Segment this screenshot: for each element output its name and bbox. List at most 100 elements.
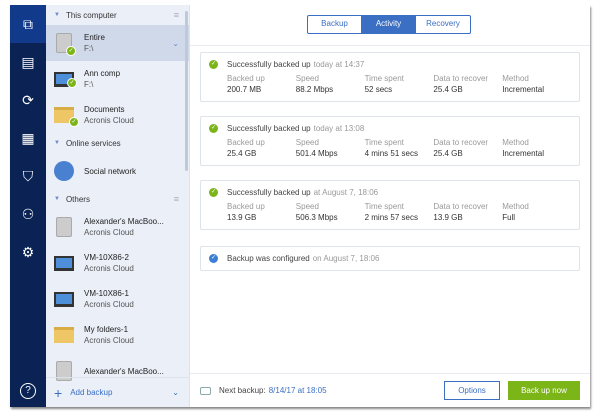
add-backup-button[interactable]: + Add backup ⌄ — [46, 377, 189, 407]
activity-card: ✓ Backup was configured on August 7, 18:06 — [200, 246, 580, 271]
stat-value: 2 mins 57 secs — [364, 213, 418, 222]
item-destination: Acronis Cloud — [84, 336, 134, 345]
item-name: Entire — [84, 33, 105, 42]
activity-stat: Time spent 52 secs — [365, 74, 434, 94]
sync-icon[interactable]: ⟳ — [10, 81, 46, 119]
backup-item[interactable]: VM-10X86-1 Acronis Cloud — [46, 281, 189, 317]
activity-stat: Backed up 25.4 GB — [227, 138, 296, 158]
item-name: My folders-1 — [84, 325, 129, 334]
account-icon[interactable]: ⚇ — [10, 195, 46, 233]
item-destination: Acronis Cloud — [84, 300, 134, 309]
backup-item[interactable]: ✓ Documents Acronis Cloud — [46, 97, 189, 133]
check-circle-icon: ✓ — [209, 124, 218, 133]
stat-label: Data to recover — [433, 74, 489, 83]
activity-time: on August 7, 18:06 — [312, 254, 380, 263]
item-name: VM-10X86-2 — [84, 253, 129, 262]
item-destination: Acronis Cloud — [84, 116, 134, 125]
settings-icon[interactable]: ⚙ — [10, 233, 46, 271]
backup-list: ▼ This computer ≡ ✓ Entire F:\ ⌄ ✓ Ann comp F:\ ✓ D… — [46, 5, 190, 407]
activity-card: ✓ Successfully backed up today at 14:37 Bac… — [200, 52, 580, 102]
footer-bar: Next backup: 8/14/17 at 18:05 Options Ba… — [190, 373, 590, 407]
item-name: Alexander's MacBoo... — [84, 217, 164, 226]
backup-item[interactable]: Alexander's MacBoo... Acronis Cloud — [46, 209, 189, 245]
activity-stat: Speed 506.3 Mbps — [296, 202, 365, 222]
activity-card: ✓ Successfully backed up today at 13:08 Bac… — [200, 116, 580, 166]
backup-item[interactable]: My folders-1 Acronis Cloud — [46, 317, 189, 353]
activity-stat: Data to recover 25.4 GB — [433, 138, 502, 158]
item-name: VM-10X86-1 — [84, 289, 129, 298]
activity-time: at August 7, 18:06 — [313, 188, 379, 197]
menu-icon[interactable]: ≡ — [174, 194, 179, 204]
stat-label: Backed up — [227, 74, 265, 83]
stat-value: 88.2 Mbps — [295, 85, 334, 94]
chevron-down-icon[interactable]: ⌄ — [172, 388, 179, 397]
tab-activity[interactable]: Activity — [362, 16, 416, 33]
caret-down-icon: ▼ — [54, 196, 60, 202]
stat-label: Method — [502, 138, 529, 147]
activity-stat: Data to recover 13.9 GB — [433, 202, 502, 222]
protection-icon[interactable]: ⛉ — [10, 157, 46, 195]
backup-icon[interactable]: ⧉ — [10, 5, 46, 43]
tab-backup[interactable]: Backup — [308, 16, 362, 33]
section-header[interactable]: ▼ This computer ≡ — [46, 5, 189, 25]
check-circle-icon: ✓ — [209, 188, 218, 197]
stat-value: 506.3 Mbps — [295, 213, 338, 222]
stat-value: 25.4 GB — [433, 85, 463, 94]
activity-stat: Method Incremental — [502, 138, 571, 158]
disk-icon: ✓ — [56, 33, 76, 56]
stat-value: 25.4 GB — [227, 149, 257, 158]
activity-status: Backup was configured — [227, 254, 310, 263]
item-name: Documents — [84, 105, 125, 114]
scrollbar[interactable] — [185, 11, 188, 171]
help-icon: ? — [20, 383, 36, 399]
activity-stat: Data to recover 25.4 GB — [433, 74, 502, 94]
activity-stat: Time spent 2 mins 57 secs — [365, 202, 434, 222]
activity-stat: Speed 88.2 Mbps — [296, 74, 365, 94]
section-label: This computer — [65, 10, 117, 20]
back-up-now-button[interactable]: Back up now — [508, 381, 580, 400]
options-button[interactable]: Options — [444, 381, 500, 400]
add-backup-label: Add backup — [70, 388, 113, 397]
stat-label: Time spent — [364, 202, 404, 211]
monitor-icon: ✓ — [54, 71, 77, 88]
stat-label: Data to recover — [433, 202, 489, 211]
stat-value: 25.4 GB — [433, 149, 463, 158]
menu-icon[interactable]: ≡ — [174, 10, 179, 20]
activity-status: Successfully backed up — [227, 124, 311, 133]
check-circle-icon: ✓ — [209, 254, 218, 263]
stat-label: Backed up — [227, 138, 265, 147]
stat-value: 501.4 Mbps — [295, 149, 338, 158]
item-name: Social network — [84, 166, 137, 176]
item-destination: Acronis Cloud — [84, 264, 134, 273]
check-icon: ✓ — [66, 46, 76, 56]
backup-item[interactable]: ✓ Entire F:\ ⌄ — [46, 25, 189, 61]
help-button[interactable]: ? — [10, 383, 46, 399]
section-label: Online services — [65, 138, 121, 148]
main-panel: Backup Activity Recovery ✓ Successfully b… — [190, 5, 590, 407]
activity-stat: Speed 501.4 Mbps — [296, 138, 365, 158]
divider — [190, 45, 590, 46]
item-destination: Acronis Cloud — [84, 228, 134, 237]
stat-label: Backed up — [227, 202, 265, 211]
stat-value: 200.7 MB — [227, 85, 262, 94]
tab-recovery[interactable]: Recovery — [416, 16, 470, 33]
plus-icon: + — [54, 384, 63, 401]
stat-label: Data to recover — [433, 138, 489, 147]
activity-card: ✓ Successfully backed up at August 7, 18:0… — [200, 180, 580, 230]
backup-item[interactable]: VM-10X86-2 Acronis Cloud — [46, 245, 189, 281]
backup-item[interactable]: ✓ Ann comp F:\ — [46, 61, 189, 97]
activity-stat: Backed up 13.9 GB — [227, 202, 296, 222]
chevron-down-icon[interactable]: ⌄ — [172, 39, 179, 48]
item-name: Alexander's MacBoo... — [84, 366, 164, 376]
comment-icon[interactable] — [200, 386, 211, 395]
section-header[interactable]: ▼ Others ≡ — [46, 189, 189, 209]
stat-label: Method — [502, 74, 529, 83]
stat-label: Time spent — [364, 74, 404, 83]
section-header[interactable]: ▼ Online services — [46, 133, 189, 153]
stat-value: Incremental — [502, 85, 544, 94]
archive-icon[interactable]: ▤ — [10, 43, 46, 81]
backup-item[interactable]: Social network — [46, 153, 189, 189]
folder-icon: ✓ — [54, 107, 79, 127]
stat-value: Full — [502, 213, 516, 222]
tools-icon[interactable]: ▦ — [10, 119, 46, 157]
